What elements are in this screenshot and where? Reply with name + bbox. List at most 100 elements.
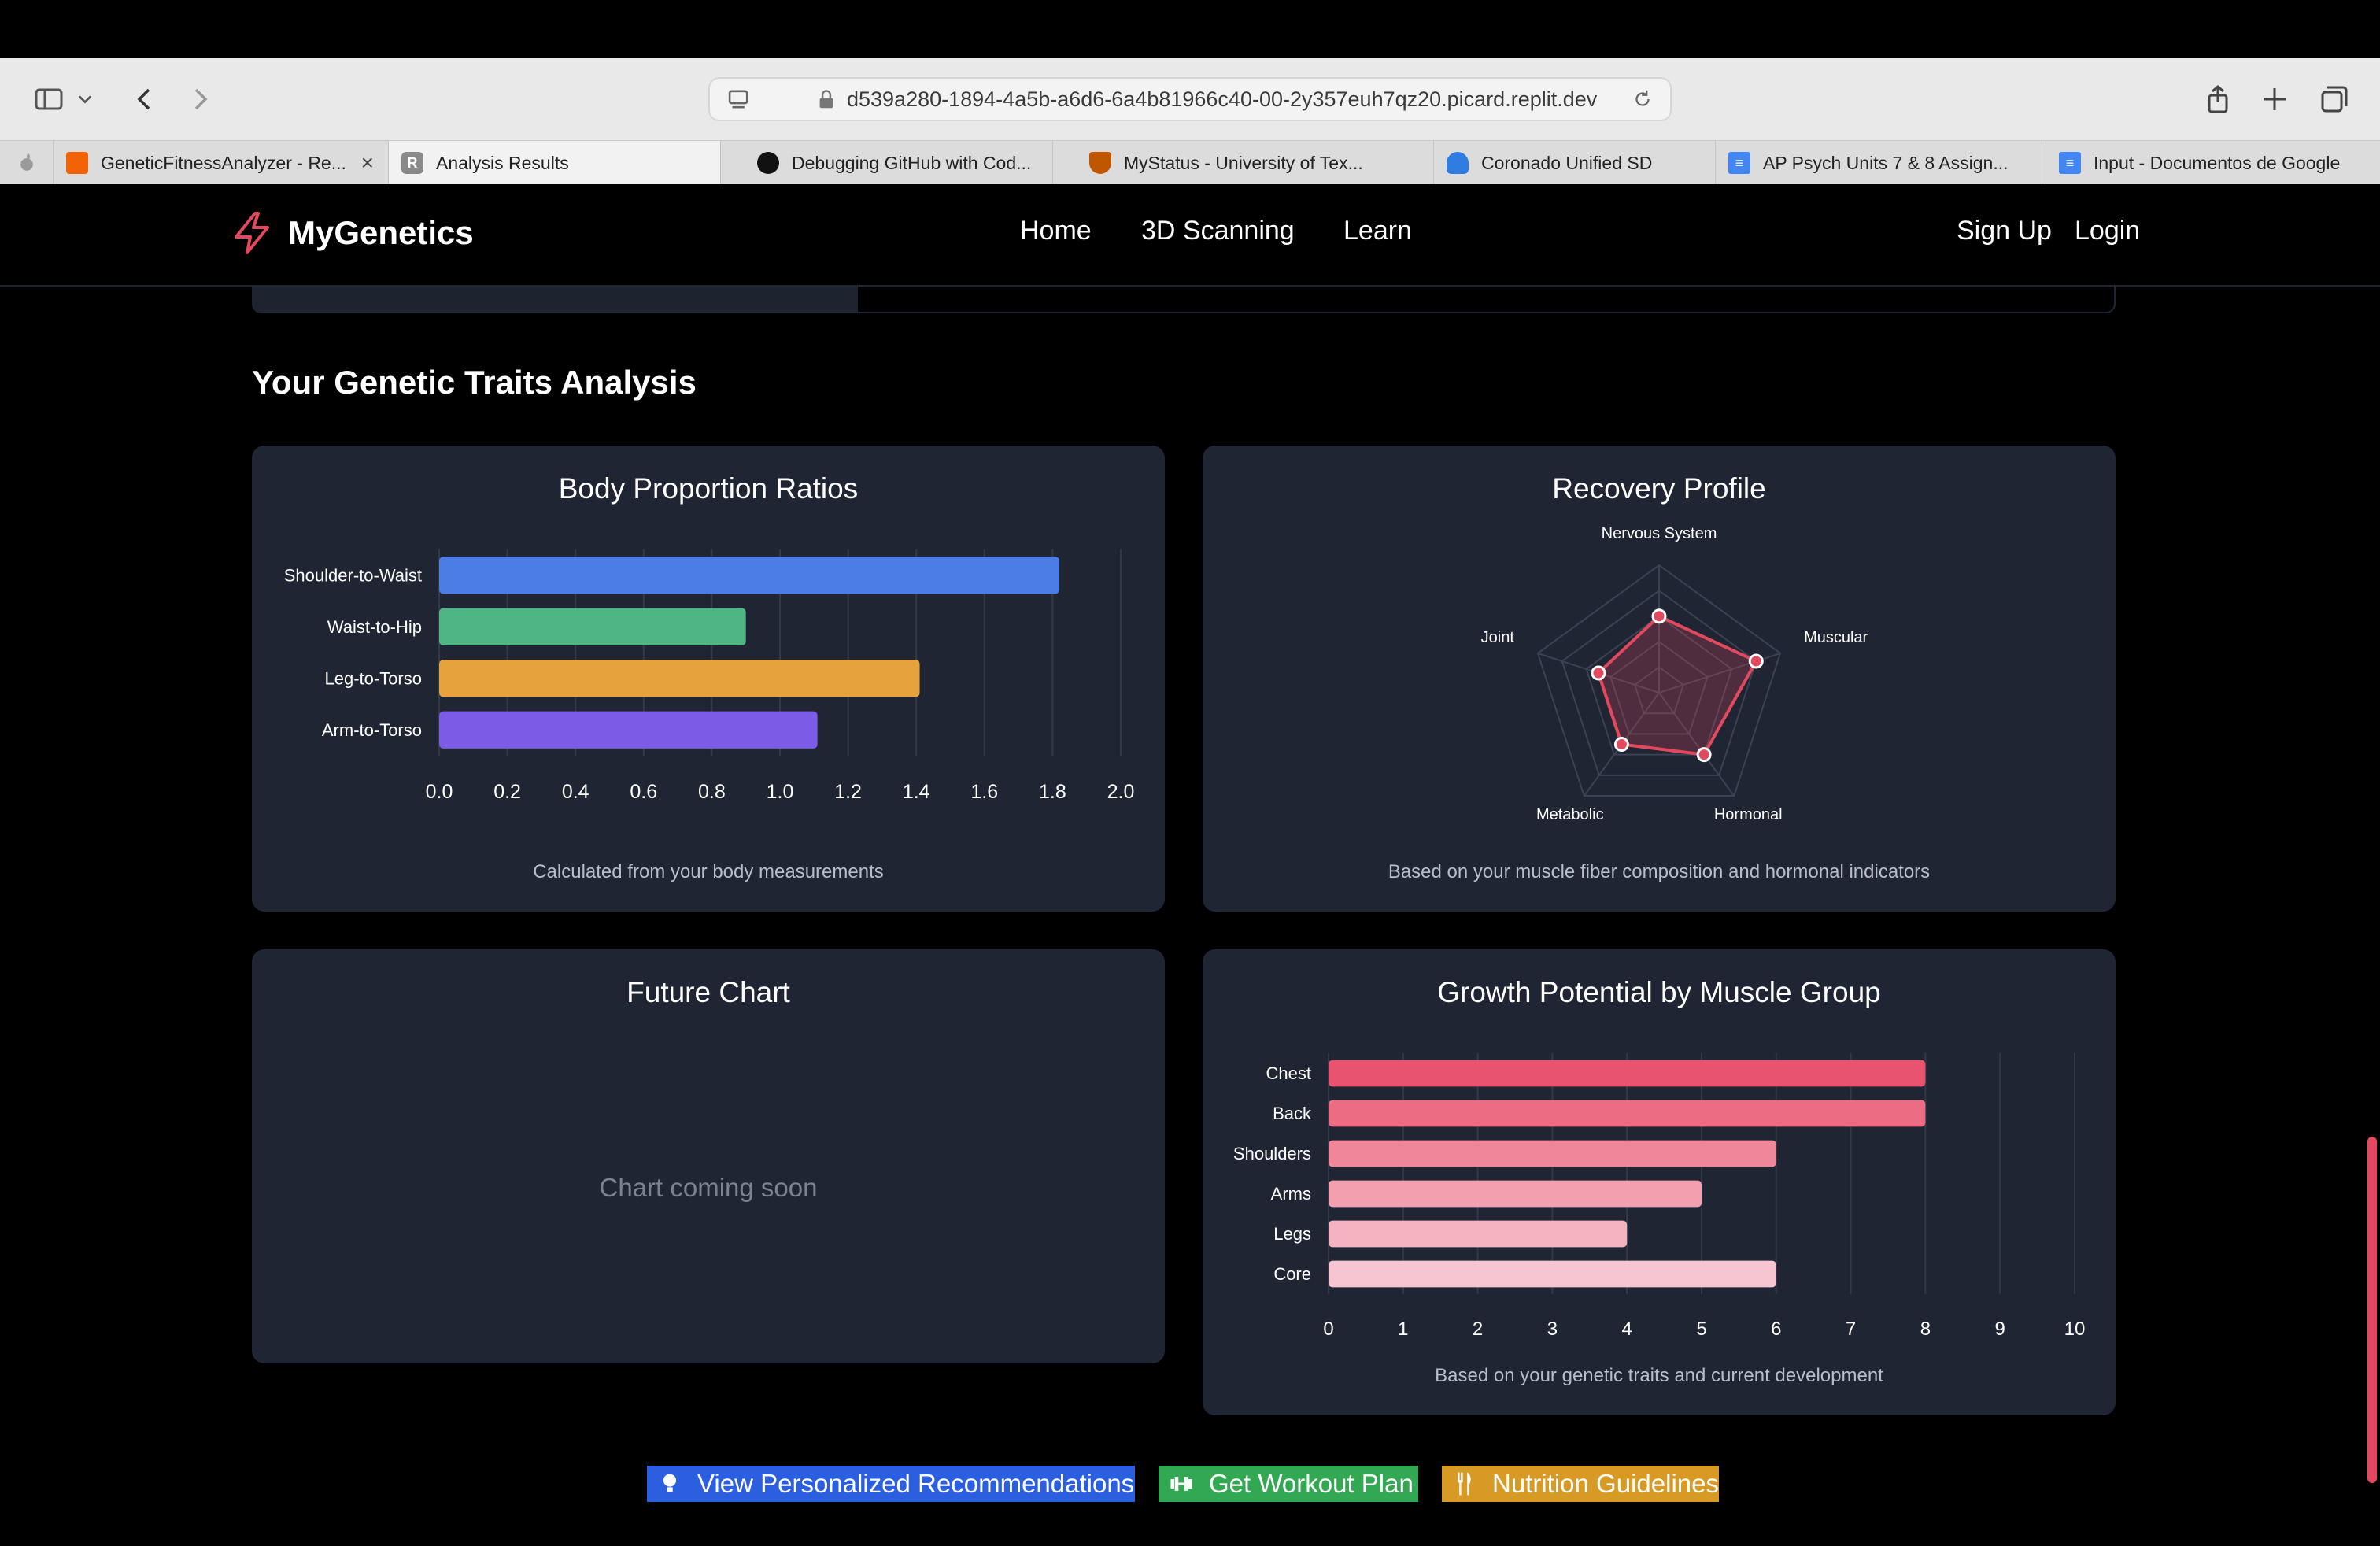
- tab-strip: GeneticFitnessAnalyzer - Re... × R Analy…: [0, 140, 2380, 185]
- category-label: Arm-to-Torso: [322, 720, 422, 740]
- category-label: Back: [1273, 1104, 1312, 1123]
- x-tick-label: 2: [1473, 1319, 1483, 1340]
- tab-label: Debugging GitHub with Cod...: [792, 152, 1032, 173]
- bar: [1329, 1260, 1776, 1288]
- tab-label: Analysis Results: [436, 152, 569, 173]
- bar: [439, 711, 818, 749]
- x-tick-label: 1: [1398, 1319, 1408, 1340]
- brand-logo[interactable]: MyGenetics: [231, 211, 474, 255]
- button-label: Get Workout Plan: [1209, 1469, 1414, 1498]
- card-caption: Based on your muscle fiber composition a…: [1388, 861, 1931, 882]
- tab-label: GeneticFitnessAnalyzer - Re...: [101, 152, 346, 173]
- radar-axis-label: Hormonal: [1714, 806, 1783, 823]
- dumbbell-icon: [1170, 1474, 1193, 1494]
- scrollbar-thumb[interactable]: [2367, 1137, 2377, 1483]
- tab-label: MyStatus - University of Tex...: [1124, 152, 1363, 173]
- chevron-down-icon[interactable]: [71, 77, 99, 121]
- previous-card-panel: [252, 287, 858, 312]
- card-caption: Calculated from your body measurements: [533, 861, 884, 882]
- bar: [1329, 1100, 1926, 1127]
- category-label: Legs: [1273, 1224, 1311, 1244]
- radar-data-point: [1696, 747, 1712, 763]
- tab-label: Coronado Unified SD: [1481, 152, 1653, 173]
- x-tick-label: 0.2: [493, 781, 521, 803]
- page-settings-icon[interactable]: [726, 86, 752, 113]
- nav-login[interactable]: Login: [2075, 216, 2140, 246]
- view-recommendations-button[interactable]: View Personalized Recommendations: [647, 1466, 1135, 1502]
- close-icon[interactable]: ×: [361, 150, 374, 176]
- menu-bar: [0, 0, 2380, 58]
- docs-icon: ≡: [1728, 152, 1750, 174]
- share-icon[interactable]: [2196, 77, 2240, 121]
- radar-data-point: [1748, 653, 1764, 669]
- reload-icon[interactable]: [1631, 87, 1654, 111]
- tab-label: Input - Documentos de Google: [2094, 152, 2341, 173]
- tab-debugging-github[interactable]: Debugging GitHub with Cod...: [745, 141, 1053, 185]
- get-workout-plan-button[interactable]: Get Workout Plan: [1159, 1466, 1418, 1502]
- r-icon: R: [401, 152, 423, 174]
- shield-icon: [1089, 152, 1111, 174]
- radar-data-point: [1591, 665, 1606, 681]
- forward-icon[interactable]: [178, 77, 222, 121]
- x-tick-label: 0.6: [630, 781, 657, 803]
- bar: [439, 608, 746, 645]
- radar-data-point: [1613, 737, 1629, 753]
- button-label: Nutrition Guidelines: [1492, 1469, 1719, 1498]
- category-label: Core: [1273, 1264, 1311, 1284]
- radar-axis-label: Metabolic: [1536, 806, 1604, 823]
- body-proportion-card: Body Proportion Ratios 0.0 0.2 0.4 0.6 0.8 1.…: [252, 446, 1165, 912]
- tab-input-documentos[interactable]: ≡ Input - Documentos de Google: [2046, 141, 2380, 185]
- bar: [1329, 1180, 1702, 1208]
- x-tick-label: 1.0: [767, 781, 794, 803]
- site-header: MyGenetics Home 3D Scanning Learn Sign U…: [0, 184, 2380, 287]
- x-tick-label: 10: [2064, 1319, 2086, 1340]
- card-title: Future Chart: [626, 976, 790, 1008]
- back-icon[interactable]: [123, 77, 167, 121]
- nav-learn[interactable]: Learn: [1343, 216, 1412, 246]
- tab-mystatus[interactable]: MyStatus - University of Tex...: [1077, 141, 1434, 185]
- x-tick-label: 0.8: [698, 781, 726, 803]
- tab-overview-icon[interactable]: [2312, 77, 2356, 121]
- bar: [439, 660, 920, 697]
- x-tick-label: 6: [1771, 1319, 1781, 1340]
- new-tab-icon[interactable]: [2252, 77, 2297, 121]
- cloud-icon: [1447, 152, 1469, 174]
- nutrition-guidelines-button[interactable]: Nutrition Guidelines: [1442, 1466, 1719, 1502]
- body-proportion-chart: 0.0 0.2 0.4 0.6 0.8 1.0 1.2 1.4 1.6 1.8 2.0 Shoulde…: [284, 549, 1134, 803]
- docs-icon: ≡: [2059, 152, 2081, 174]
- growth-potential-card: Growth Potential by Muscle Group 0123456…: [1203, 949, 2116, 1415]
- nav-home[interactable]: Home: [1020, 216, 1092, 246]
- nav-sign-up[interactable]: Sign Up: [1957, 216, 2052, 246]
- x-tick-label: 4: [1622, 1319, 1632, 1340]
- nav-3d-scanning[interactable]: 3D Scanning: [1141, 216, 1295, 246]
- x-tick-label: 9: [1995, 1319, 2005, 1340]
- chart-placeholder: Chart coming soon: [599, 1173, 818, 1202]
- radar-axis-label: Nervous System: [1602, 525, 1717, 542]
- button-label: View Personalized Recommendations: [697, 1469, 1135, 1498]
- radar-axis-label: Joint: [1481, 629, 1515, 646]
- x-tick-label: 1.6: [970, 781, 998, 803]
- address-bar[interactable]: d539a280-1894-4a5b-a6d6-6a4b81966c40-00-…: [708, 77, 1672, 121]
- recovery-radar-chart: Nervous System Muscular Hormonal Metabolic J…: [1481, 525, 1868, 823]
- bar: [1329, 1220, 1628, 1248]
- url-text: d539a280-1894-4a5b-a6d6-6a4b81966c40-00-…: [847, 87, 1598, 111]
- tab-ap-psych[interactable]: ≡ AP Psych Units 7 & 8 Assign...: [1716, 141, 2046, 185]
- radar-axis-label: Muscular: [1804, 629, 1868, 646]
- apple-icon: [0, 141, 54, 185]
- category-label: Leg-to-Torso: [324, 668, 422, 688]
- x-tick-label: 1.8: [1039, 781, 1066, 803]
- tab-analysis-results[interactable]: R Analysis Results: [389, 141, 721, 185]
- browser-toolbar: d539a280-1894-4a5b-a6d6-6a4b81966c40-00-…: [0, 58, 2380, 140]
- category-label: Shoulder-to-Waist: [284, 565, 422, 585]
- future-chart-card: Future Chart Chart coming soon: [252, 949, 1165, 1363]
- replit-icon: [66, 152, 88, 174]
- growth-potential-chart: 0 1 2 3 4 5 6 7 8 9 10 Chest Back Shoulders Arms Legs Co…: [1233, 1053, 2086, 1340]
- category-label: Arms: [1271, 1184, 1311, 1204]
- tab-genetic-fitness-analyzer[interactable]: GeneticFitnessAnalyzer - Re... ×: [54, 141, 389, 185]
- bar: [1329, 1140, 1776, 1167]
- tab-coronado-usd[interactable]: Coronado Unified SD: [1434, 141, 1716, 185]
- card-caption: Based on your genetic traits and current…: [1435, 1365, 1883, 1386]
- category-label: Shoulders: [1233, 1144, 1311, 1163]
- bar: [1329, 1060, 1926, 1087]
- sidebar-toggle-icon[interactable]: [27, 77, 71, 121]
